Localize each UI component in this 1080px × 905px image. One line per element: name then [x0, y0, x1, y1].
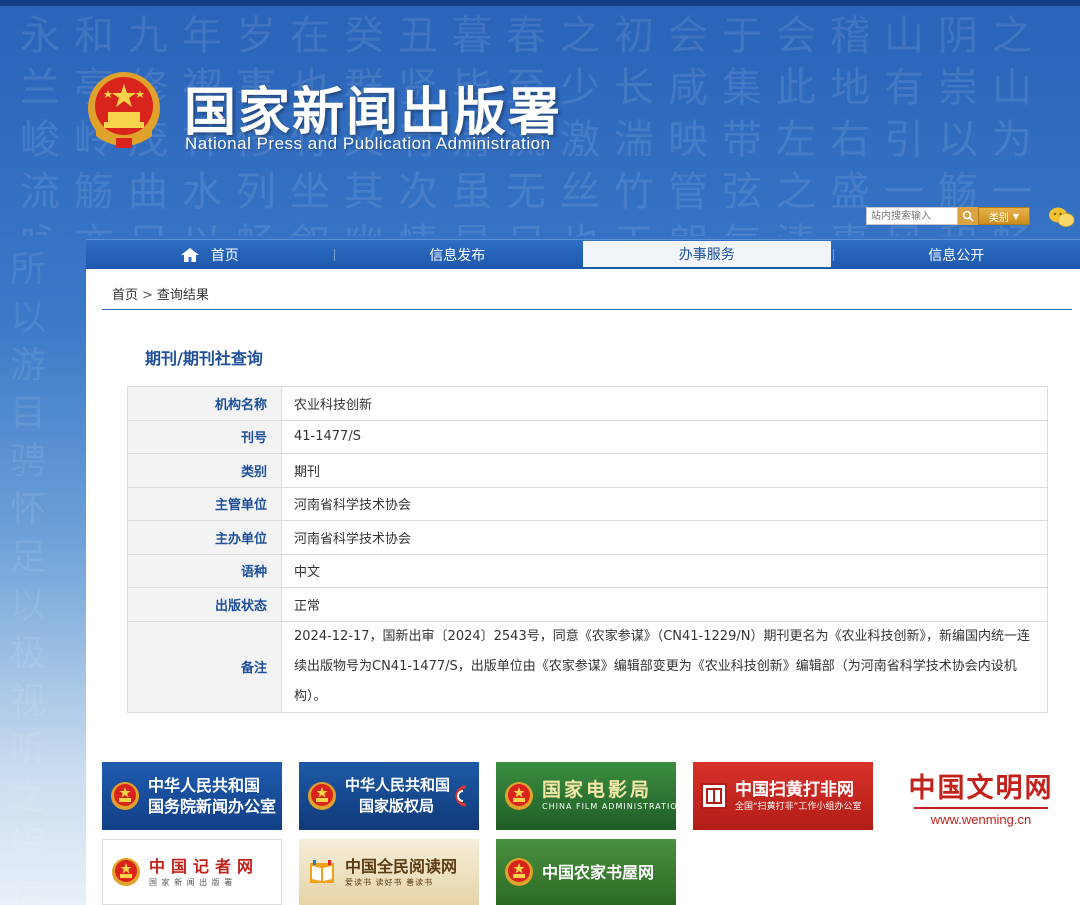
- link-film-sub: CHINA FILM ADMINISTRATION: [542, 801, 676, 811]
- divider: [914, 806, 1048, 809]
- field-value-remarks: 2024-12-17，国新出审〔2024〕2543号，同意《农家参谋》（CN41…: [281, 620, 1048, 713]
- nav-info-disclosure[interactable]: 信息公开: [832, 240, 1080, 269]
- table-row: 备注 2024-12-17，国新出审〔2024〕2543号，同意《农家参谋》（C…: [127, 620, 1048, 713]
- field-value: 正常: [281, 587, 1048, 622]
- site-title-english: National Press and Publication Administr…: [185, 134, 551, 153]
- nav-home-label: 首页: [210, 247, 239, 264]
- chevron-down-icon: ▼: [1012, 211, 1020, 221]
- national-emblem-icon: [111, 782, 139, 810]
- link-nongjia-main: 中国农家书屋网: [542, 862, 655, 882]
- national-emblem-icon: [88, 72, 160, 148]
- copyright-logo-icon: [455, 785, 467, 807]
- search-input[interactable]: [866, 207, 958, 225]
- link-ncac[interactable]: 中华人民共和国 国家版权局: [299, 762, 479, 830]
- link-jizhe[interactable]: 中国记者网 国 家 新 闻 出 版 署: [102, 839, 282, 905]
- link-saohuang-sub: 全国“扫黄打非”工作小组办公室: [735, 801, 862, 812]
- page-title: 期刊/期刊社查询: [145, 349, 263, 368]
- national-emblem-icon: [112, 858, 140, 886]
- field-label: 刊号: [127, 419, 282, 454]
- calligraphy-side-background: 所以游目骋怀足以极视听之娱信可乐也夫人之相与俯仰一世或取诸怀抱悟言一室之内或因寄…: [10, 249, 47, 905]
- nav-services[interactable]: 办事服务: [583, 241, 831, 267]
- nav-info-disclosure-label: 信息公开: [928, 247, 985, 264]
- table-row: 主管单位 河南省科学技术协会: [127, 486, 1048, 521]
- divider: [102, 309, 1072, 310]
- link-scio-line1: 中华人民共和国: [148, 776, 261, 795]
- site-search: 类别 ▼: [866, 207, 1030, 225]
- national-emblem-icon: [505, 858, 533, 886]
- field-value: 41-1477/S: [281, 419, 1048, 454]
- main-nav: 首页 信息发布 办事服务 信息公开: [86, 239, 1080, 269]
- table-row: 机构名称 农业科技创新: [127, 386, 1048, 421]
- link-scio-line2: 国务院新闻办公室: [148, 797, 277, 816]
- field-value: 期刊: [281, 453, 1048, 488]
- breadcrumb-current: 查询结果: [156, 288, 209, 303]
- breadcrumb-home-link[interactable]: 首页: [112, 288, 138, 303]
- field-label: 语种: [127, 553, 282, 588]
- home-icon: [180, 247, 199, 262]
- search-button[interactable]: [958, 207, 978, 225]
- link-jizhe-sub: 国 家 新 闻 出 版 署: [149, 877, 234, 887]
- seal-icon: [701, 783, 727, 809]
- field-value: 河南省科学技术协会: [281, 486, 1048, 521]
- nav-info-release[interactable]: 信息发布: [333, 240, 582, 269]
- link-scio[interactable]: 中华人民共和国 国务院新闻办公室: [102, 762, 282, 830]
- field-label: 类别: [127, 453, 282, 488]
- nav-home[interactable]: 首页: [86, 240, 334, 269]
- nav-services-label: 办事服务: [678, 247, 735, 263]
- search-icon: [962, 210, 974, 222]
- search-scope-label: 类别: [988, 212, 1009, 224]
- table-row: 刊号 41-1477/S: [127, 419, 1048, 454]
- main-content: 首页 > 查询结果 期刊/期刊社查询 机构名称 农业科技创新 刊号 41-1477/…: [86, 269, 1080, 905]
- field-label: 主管单位: [127, 486, 282, 521]
- national-emblem-icon: [505, 782, 533, 810]
- field-label: 主办单位: [127, 520, 282, 555]
- nav-info-release-label: 信息发布: [429, 247, 486, 264]
- link-film-main: 国家电影局: [542, 778, 653, 801]
- link-saohuang[interactable]: 中国扫黄打非网 全国“扫黄打非”工作小组办公室: [693, 762, 873, 830]
- search-scope-select[interactable]: 类别 ▼: [978, 207, 1030, 225]
- link-wenming-url: www.wenming.cn: [930, 811, 1032, 827]
- wechat-icon[interactable]: [1048, 206, 1076, 228]
- link-yuedu[interactable]: 中国全民阅读网 爱读书 读好书 善读书: [299, 839, 479, 905]
- link-film[interactable]: 国家电影局 CHINA FILM ADMINISTRATION: [496, 762, 676, 830]
- link-saohuang-main: 中国扫黄打非网: [735, 779, 854, 800]
- field-value: 农业科技创新: [281, 386, 1048, 421]
- link-jizhe-main: 中国记者网: [149, 856, 260, 876]
- field-label: 出版状态: [127, 587, 282, 622]
- field-value: 河南省科学技术协会: [281, 520, 1048, 555]
- field-value: 中文: [281, 553, 1048, 588]
- table-row: 语种 中文: [127, 553, 1048, 588]
- link-wenming-main: 中国文明网: [908, 772, 1054, 804]
- open-book-icon: [310, 860, 334, 883]
- table-row: 出版状态 正常: [127, 587, 1048, 622]
- link-wenming[interactable]: 中国文明网 www.wenming.cn: [891, 762, 1071, 830]
- table-row: 类别 期刊: [127, 453, 1048, 488]
- link-nongjia[interactable]: 中国农家书屋网: [496, 839, 676, 905]
- field-label: 机构名称: [127, 386, 282, 421]
- journal-info-table: 机构名称 农业科技创新 刊号 41-1477/S 类别 期刊 主管单位 河南省科…: [127, 386, 1048, 713]
- breadcrumb: 首页 > 查询结果: [112, 284, 209, 303]
- link-yuedu-sub: 爱读书 读好书 善读书: [345, 877, 434, 887]
- table-row: 主办单位 河南省科学技术协会: [127, 520, 1048, 555]
- link-ncac-line2: 国家版权局: [359, 797, 435, 815]
- national-emblem-icon: [308, 782, 336, 810]
- field-label: 备注: [127, 620, 282, 713]
- link-yuedu-main: 中国全民阅读网: [345, 856, 458, 876]
- breadcrumb-separator: >: [142, 288, 153, 303]
- link-ncac-line1: 中华人民共和国: [345, 776, 451, 794]
